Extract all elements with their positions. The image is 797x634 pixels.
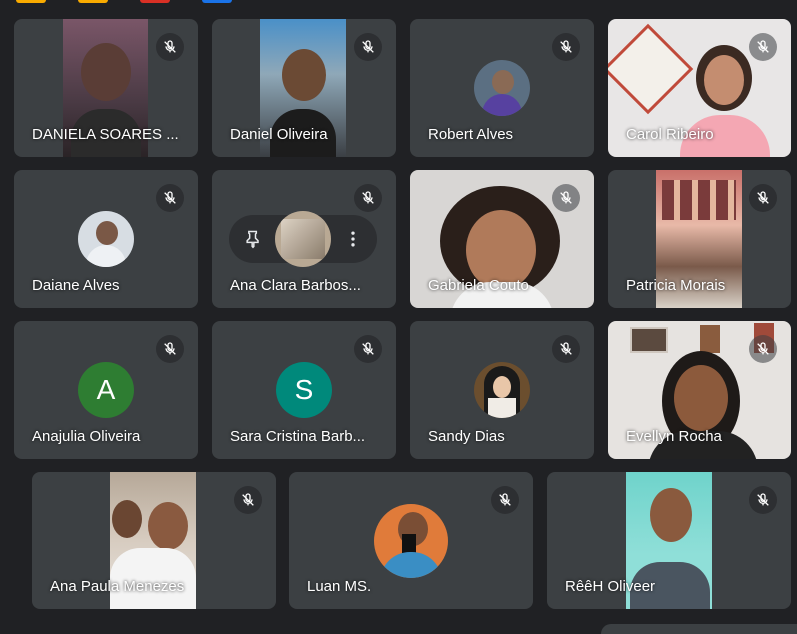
mic-off-icon [749,184,777,212]
avatar [474,362,530,418]
toolbar-chip[interactable] [140,0,170,3]
mic-off-icon [749,33,777,61]
participant-tile[interactable]: Patricia Morais [608,170,791,308]
participant-name: Daiane Alves [32,277,120,294]
avatar [474,60,530,116]
avatar-initial: A [96,374,116,405]
mic-off-icon [552,33,580,61]
mic-off-icon [156,335,184,363]
participant-name: Evellyn Rocha [626,428,722,445]
participant-tile[interactable]: A Anajulia Oliveira [14,321,198,459]
participant-name: Patricia Morais [626,277,726,294]
toolbar-chip[interactable] [16,0,46,3]
bottom-toolbar-edge [601,624,797,634]
avatar [374,504,448,578]
participant-name: Robert Alves [428,126,514,143]
participant-tile[interactable]: S Sara Cristina Barb... [212,321,396,459]
more-vert-icon[interactable] [343,229,363,249]
avatar [78,211,134,267]
participant-name: Ana Paula Menezes [50,578,185,595]
mic-off-icon [491,486,519,514]
participant-tile[interactable]: Daiane Alves [14,170,198,308]
participant-name: Gabriela Couto [428,277,529,294]
participant-tile[interactable]: Luan MS. [289,472,533,609]
participant-name: DANIELA SOARES ... [32,126,179,143]
avatar-initial: S [294,374,314,405]
mic-off-icon [354,184,382,212]
mic-off-icon [354,335,382,363]
participant-name: Ana Clara Barbos... [230,277,361,294]
participant-tile[interactable]: Sandy Dias [410,321,594,459]
mic-off-icon [354,33,382,61]
participant-tile[interactable]: Evellyn Rocha [608,321,791,459]
participant-tile[interactable]: RêêH Oliveer [547,472,791,609]
participant-tile[interactable]: Daniel Oliveira [212,19,396,157]
toolbar-chip[interactable] [202,0,232,3]
participant-name: Carol Ribeiro [626,126,714,143]
participant-name: Anajulia Oliveira [32,428,141,445]
participant-name: Daniel Oliveira [230,126,328,143]
participant-name: RêêH Oliveer [565,578,656,595]
mic-off-icon [749,335,777,363]
participant-tile[interactable]: Robert Alves [410,19,594,157]
avatar [275,211,331,267]
participant-tile[interactable]: Gabriela Couto [410,170,594,308]
participant-tile[interactable]: Carol Ribeiro [608,19,791,157]
mic-off-icon [552,184,580,212]
mic-off-icon [552,335,580,363]
pin-icon[interactable] [243,229,263,249]
mic-off-icon [234,486,262,514]
mic-off-icon [156,33,184,61]
mic-off-icon [749,486,777,514]
mic-off-icon [156,184,184,212]
avatar: S [276,362,332,418]
participant-name: Sandy Dias [428,428,505,445]
tile-hover-controls [229,211,377,267]
participant-name: Luan MS. [307,578,372,595]
participant-tile[interactable]: DANIELA SOARES ... [14,19,198,157]
participant-name: Sara Cristina Barb... [230,428,366,445]
participant-tile[interactable]: Ana Paula Menezes [32,472,276,609]
toolbar-chip[interactable] [78,0,108,3]
avatar: A [78,362,134,418]
participant-tile[interactable]: Ana Clara Barbos... [212,170,396,308]
